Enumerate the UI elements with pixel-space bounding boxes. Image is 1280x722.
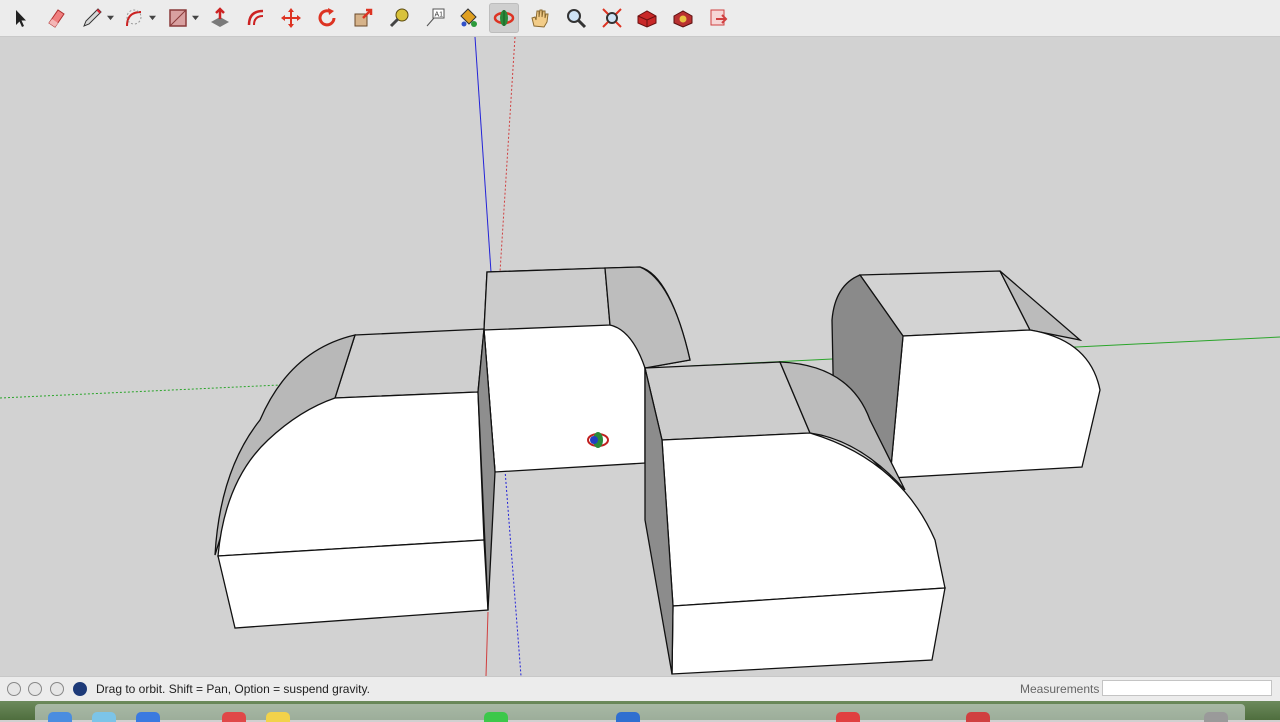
offset-tool-button[interactable]	[241, 3, 271, 33]
tape-measure-icon	[389, 8, 409, 28]
warehouse-icon	[637, 10, 657, 28]
help-icon[interactable]	[73, 682, 87, 696]
chevron-down-icon[interactable]	[107, 14, 114, 21]
svg-text:A1: A1	[435, 12, 444, 19]
text-tool-button[interactable]: A1	[420, 3, 450, 33]
tape-measure-tool-button[interactable]	[384, 3, 414, 33]
trash-icon[interactable]	[1204, 712, 1228, 722]
zoom-extents-tool-button[interactable]	[597, 3, 627, 33]
push-pull-tool-button[interactable]	[205, 3, 235, 33]
rotate-icon	[318, 8, 336, 27]
arrow-cursor-icon	[16, 10, 26, 27]
model-scene	[0, 37, 1280, 676]
eraser-tool-button[interactable]	[41, 3, 71, 33]
push-pull-icon	[211, 7, 229, 27]
magnifier-icon	[567, 9, 587, 29]
main-toolbar: A1	[0, 0, 1280, 37]
eraser-icon	[48, 9, 65, 28]
text-label-icon: A1	[426, 8, 445, 27]
orbit-tool-button[interactable]	[489, 3, 519, 33]
orbit-icon	[493, 10, 515, 26]
green-axis-negative	[0, 384, 281, 399]
paint-bucket-icon	[460, 8, 477, 27]
rotate-tool-button[interactable]	[312, 3, 342, 33]
pencil-icon	[83, 8, 102, 27]
geolocation-icon[interactable]	[7, 682, 21, 696]
finder-icon[interactable]	[48, 712, 72, 722]
safari-icon[interactable]	[92, 712, 116, 722]
status-bar: Drag to orbit. Shift = Pan, Option = sus…	[0, 676, 1280, 701]
red-axis-negative	[499, 37, 516, 273]
blue-axis	[474, 37, 492, 273]
select-tool-button[interactable]	[5, 3, 35, 33]
dock-app-icon[interactable]	[836, 712, 860, 722]
blue-axis-negative	[504, 469, 522, 676]
scale-icon	[354, 8, 373, 27]
macos-dock	[35, 704, 1245, 720]
measurements-input[interactable]	[1102, 680, 1272, 696]
extension-icon	[673, 10, 693, 28]
move-arrows-icon	[281, 8, 301, 28]
hand-icon	[531, 9, 549, 28]
status-message: Drag to orbit. Shift = Pan, Option = sus…	[96, 682, 370, 696]
credits-icon[interactable]	[28, 682, 42, 696]
paint-bucket-tool-button[interactable]	[453, 3, 483, 33]
rectangle-icon	[169, 9, 187, 27]
calendar-icon[interactable]	[222, 712, 246, 722]
chevron-down-icon[interactable]	[149, 14, 156, 21]
send-to-layout-tool-button[interactable]	[703, 3, 733, 33]
shapes-tool-button[interactable]	[163, 3, 193, 33]
scale-tool-button[interactable]	[348, 3, 378, 33]
messages-icon[interactable]	[484, 712, 508, 722]
user-icon[interactable]	[50, 682, 64, 696]
zoom-extents-icon	[602, 8, 622, 28]
left-block	[214, 328, 496, 629]
red-axis	[485, 611, 489, 676]
arc-icon	[126, 9, 142, 27]
model-viewport[interactable]	[0, 37, 1280, 676]
offset-icon	[247, 9, 264, 26]
layout-icon	[710, 9, 728, 26]
chevron-down-icon[interactable]	[192, 14, 199, 21]
move-tool-button[interactable]	[276, 3, 306, 33]
notes-icon[interactable]	[266, 712, 290, 722]
pan-tool-button[interactable]	[525, 3, 555, 33]
app-store-icon[interactable]	[616, 712, 640, 722]
measurements-label: Measurements	[1020, 682, 1100, 696]
dock-app-icon[interactable]	[966, 712, 990, 722]
extension-warehouse-tool-button[interactable]	[668, 3, 698, 33]
arc-tool-button[interactable]	[120, 3, 150, 33]
3d-warehouse-tool-button[interactable]	[632, 3, 662, 33]
line-tool-button[interactable]	[77, 3, 107, 33]
zoom-tool-button[interactable]	[561, 3, 591, 33]
mail-icon[interactable]	[136, 712, 160, 722]
